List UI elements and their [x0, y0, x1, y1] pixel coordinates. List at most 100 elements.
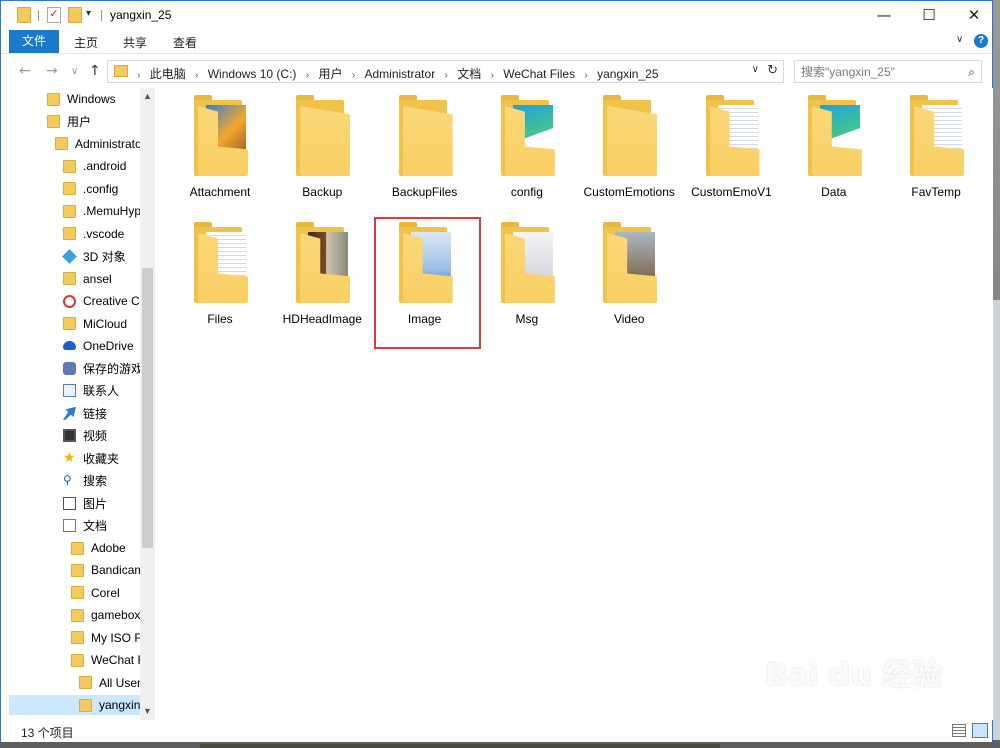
folder-icon — [47, 92, 60, 106]
nav-item-label: 文档 — [83, 519, 108, 534]
close-button[interactable]: ✕ — [951, 1, 997, 30]
nav-item[interactable]: 用户 — [47, 111, 91, 131]
nav-item[interactable]: Corel — [71, 583, 120, 603]
breadcrumb-drive-c[interactable]: Windows 10 (C:) — [208, 67, 297, 81]
folder-tile[interactable]: Data — [785, 88, 883, 208]
breadcrumb-separator[interactable]: › — [137, 70, 140, 81]
nav-item[interactable]: Windows — [47, 89, 116, 109]
nav-item-label: .MemuHyp — [83, 204, 142, 219]
nav-item[interactable]: 链接 — [63, 403, 107, 423]
tab-file[interactable]: 文件 — [9, 30, 59, 53]
breadcrumb-separator[interactable]: › — [445, 70, 448, 81]
minimize-button[interactable]: — — [861, 1, 907, 30]
forward-button[interactable]: → — [46, 63, 58, 79]
folder-tile[interactable]: Image — [376, 215, 474, 335]
nav-item[interactable]: 视频 — [63, 426, 107, 446]
desktop-bottom-strip — [200, 744, 720, 748]
folder-tile[interactable]: config — [478, 88, 576, 208]
search-icon[interactable]: ⌕ — [968, 65, 975, 80]
scroll-down-arrow-icon[interactable]: ▼ — [140, 703, 155, 720]
title-bar[interactable]: ✓ ▾ yangxin_25 — ☐ ✕ — [1, 1, 992, 30]
nav-item[interactable]: Creative Cl — [63, 291, 142, 311]
nav-item[interactable]: 图片 — [63, 493, 107, 513]
search-box[interactable]: ⌕ — [794, 60, 982, 83]
watermark-url: jingyan.baidu.com — [767, 702, 897, 718]
creative-cloud-icon — [63, 294, 76, 308]
breadcrumb-separator[interactable]: › — [306, 70, 309, 81]
ribbon-expand-icon[interactable]: ∨ — [956, 34, 963, 45]
folder-icon — [500, 95, 555, 176]
navigation-scrollbar[interactable]: ▲ ▼ — [140, 88, 155, 720]
folder-name: FavTemp — [911, 185, 961, 199]
folder-tile[interactable]: FavTemp — [887, 88, 985, 208]
folder-name: HDHeadImage — [282, 312, 362, 326]
nav-item[interactable]: Bandicam — [71, 560, 144, 580]
nav-item[interactable]: All User — [79, 673, 141, 693]
breadcrumb-users[interactable]: 用户 — [318, 67, 342, 81]
folder-tile[interactable]: Attachment — [171, 88, 269, 208]
tab-view[interactable]: 查看 — [173, 34, 197, 51]
contacts-icon — [63, 384, 76, 398]
search-input[interactable] — [801, 65, 951, 79]
folder-tile[interactable]: Backup — [273, 88, 371, 208]
address-dropdown-icon[interactable]: ∨ — [752, 64, 759, 75]
watermark-logo: Bai du 经验 — [765, 658, 943, 693]
tab-home[interactable]: 主页 — [74, 34, 98, 51]
folder-tile[interactable]: CustomEmotions — [580, 88, 678, 208]
properties-quick-icon[interactable]: ✓ — [47, 7, 61, 23]
nav-item[interactable]: 3D 对象 — [62, 246, 126, 266]
breadcrumb-documents[interactable]: 文档 — [457, 67, 481, 81]
nav-item[interactable]: Administrator — [55, 134, 146, 154]
large-icons-view-icon[interactable] — [972, 723, 988, 738]
tab-share[interactable]: 共享 — [123, 34, 147, 51]
back-button[interactable]: ← — [19, 63, 31, 79]
quick-access-dropdown-icon[interactable]: ▾ — [86, 8, 91, 19]
folder-tile[interactable]: Video — [580, 215, 678, 335]
breadcrumb-separator[interactable]: › — [195, 70, 198, 81]
details-view-icon[interactable] — [952, 724, 966, 737]
breadcrumb-this-pc[interactable]: 此电脑 — [150, 67, 186, 81]
breadcrumb-separator[interactable]: › — [584, 70, 587, 81]
recent-locations-button[interactable]: ∨ — [71, 66, 78, 77]
new-folder-quick-icon[interactable] — [68, 7, 82, 23]
nav-item[interactable]: ⚲ 搜索 — [63, 471, 107, 491]
breadcrumb-separator[interactable]: › — [491, 70, 494, 81]
address-bar[interactable]: › 此电脑 › Windows 10 (C:) › 用户 › Administr… — [107, 60, 784, 83]
nav-item[interactable]: 文档 — [63, 516, 107, 536]
folder-tile[interactable]: CustomEmoV1 — [683, 88, 781, 208]
nav-item[interactable]: .config — [63, 179, 118, 199]
nav-item[interactable]: Adobe — [71, 538, 126, 558]
breadcrumb-separator[interactable]: › — [352, 70, 355, 81]
nav-item-label: Bandicam — [91, 563, 145, 578]
refresh-icon[interactable]: ↻ — [767, 63, 778, 78]
folder-tile[interactable]: HDHeadImage — [273, 215, 371, 335]
nav-item[interactable]: MiCloud — [63, 314, 127, 334]
scrollbar-thumb[interactable] — [142, 268, 153, 548]
folder-name: Image — [407, 312, 442, 326]
folder-name: Video — [613, 312, 645, 326]
nav-item[interactable]: 保存的游戏 — [63, 358, 143, 378]
nav-item[interactable]: My ISO F — [71, 628, 142, 648]
breadcrumb-wechat-files[interactable]: WeChat Files — [503, 67, 575, 81]
folder-tile[interactable]: BackupFiles — [376, 88, 474, 208]
nav-item[interactable]: ★ 收藏夹 — [63, 448, 119, 468]
nav-item[interactable]: .vscode — [63, 224, 124, 244]
folder-tile[interactable]: Files — [171, 215, 269, 335]
folder-icon — [71, 586, 84, 600]
nav-item[interactable]: OneDrive — [63, 336, 134, 356]
scroll-up-arrow-icon[interactable]: ▲ — [140, 88, 155, 105]
maximize-button[interactable]: ☐ — [906, 1, 952, 30]
nav-item[interactable]: .android — [63, 156, 126, 176]
help-icon[interactable]: ? — [974, 34, 988, 48]
nav-item[interactable]: yangxin_ — [9, 695, 147, 716]
breadcrumb-administrator[interactable]: Administrator — [365, 67, 436, 81]
nav-item[interactable]: 联系人 — [63, 381, 119, 401]
nav-item[interactable]: .MemuHyp — [63, 201, 141, 221]
breadcrumb-current[interactable]: yangxin_25 — [597, 67, 658, 81]
up-button[interactable]: ↑ — [89, 63, 101, 79]
nav-item[interactable]: gamebox — [71, 605, 140, 625]
nav-item[interactable]: ansel — [63, 269, 112, 289]
folder-tile[interactable]: Msg — [478, 215, 576, 335]
nav-item[interactable]: WeChat F — [71, 650, 145, 670]
nav-item-label: 视频 — [83, 429, 108, 444]
